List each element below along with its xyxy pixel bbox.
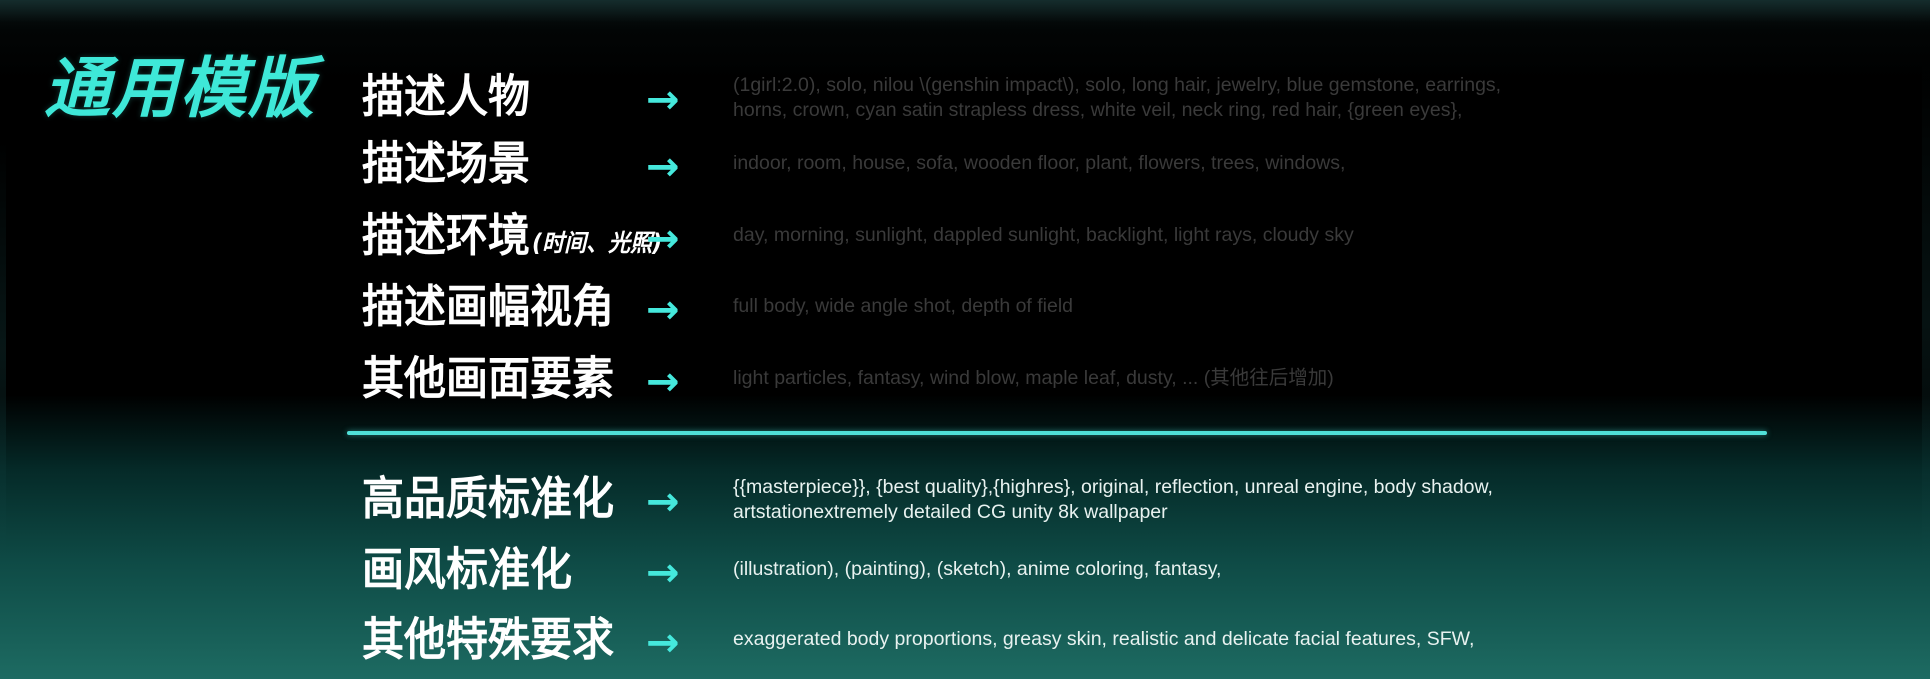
row-description: indoor, room, house, sofa, wooden floor,…: [733, 152, 1346, 174]
row-description: day, morning, sunlight, dappled sunlight…: [733, 224, 1354, 246]
row-label: 高品质标准化: [362, 472, 615, 525]
arrow-icon: →: [646, 216, 680, 262]
arrow-icon: →: [646, 287, 680, 333]
arrow-icon: →: [646, 359, 680, 405]
row-label: 描述场景: [362, 137, 531, 190]
arrow-icon: →: [646, 77, 680, 123]
arrow-icon: →: [646, 550, 680, 596]
left-edge-decoration: [0, 140, 6, 560]
row-description: (illustration), (painting), (sketch), an…: [733, 558, 1222, 580]
right-edge-decoration: [1922, 60, 1930, 580]
row-label: 描述人物: [362, 70, 531, 123]
row-description: light particles, fantasy, wind blow, map…: [733, 367, 1334, 389]
template-title: 通用模版: [44, 50, 316, 127]
row-note: (时间、光照): [532, 230, 663, 258]
row-description: exaggerated body proportions, greasy ski…: [733, 628, 1475, 650]
row-description: full body, wide angle shot, depth of fie…: [733, 295, 1074, 317]
arrow-icon: →: [646, 479, 680, 525]
section-divider: [347, 431, 1767, 435]
row-label: 其他画面要素: [362, 352, 615, 405]
row-description: (1girl:2.0), solo, nilou \(genshin impac…: [733, 74, 1502, 121]
top-glow: [0, 0, 1930, 22]
row-description: {{masterpiece}}, {best quality},{highres…: [733, 476, 1493, 523]
arrow-icon: →: [646, 144, 680, 190]
row-label: 画风标准化: [362, 543, 573, 596]
row-label: 描述画幅视角: [362, 280, 615, 333]
arrow-icon: →: [646, 620, 680, 666]
row-label: 其他特殊要求: [362, 613, 615, 666]
row-label: 描述环境(时间、光照): [362, 209, 663, 262]
